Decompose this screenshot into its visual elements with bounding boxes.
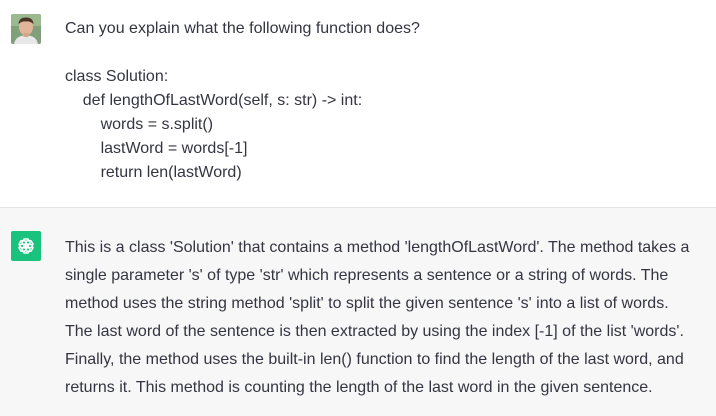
user-avatar-icon bbox=[11, 14, 41, 44]
user-message: Can you explain what the following funct… bbox=[65, 17, 708, 185]
user-message-line: words = s.split() bbox=[65, 116, 214, 133]
user-message-line: def lengthOfLastWord(self, s: str) -> in… bbox=[65, 92, 363, 109]
user-message-line bbox=[65, 41, 708, 65]
assistant-turn: This is a class 'Solution' that contains… bbox=[0, 207, 716, 416]
assistant-message: This is a class 'Solution' that contains… bbox=[65, 234, 708, 402]
assistant-message-line: returns it. This method is counting the … bbox=[65, 379, 653, 396]
assistant-message-line: This is a class 'Solution' that contains… bbox=[65, 239, 690, 256]
user-message-line: return len(lastWord) bbox=[65, 164, 242, 181]
assistant-message-line: method uses the string method 'split' to… bbox=[65, 295, 669, 312]
assistant-message-line: The last word of the sentence is then ex… bbox=[65, 323, 684, 340]
assistant-message-line: single parameter 's' of type 'str' which… bbox=[65, 267, 669, 284]
user-message-line: Can you explain what the following funct… bbox=[65, 20, 420, 37]
conversation-thread: Can you explain what the following funct… bbox=[0, 0, 716, 416]
assistant-message-line: Finally, the method uses the built-in le… bbox=[65, 351, 684, 368]
user-turn: Can you explain what the following funct… bbox=[0, 0, 716, 207]
user-message-line: class Solution: bbox=[65, 68, 169, 85]
openai-logo-icon bbox=[11, 231, 41, 261]
user-message-line: lastWord = words[-1] bbox=[65, 140, 248, 157]
